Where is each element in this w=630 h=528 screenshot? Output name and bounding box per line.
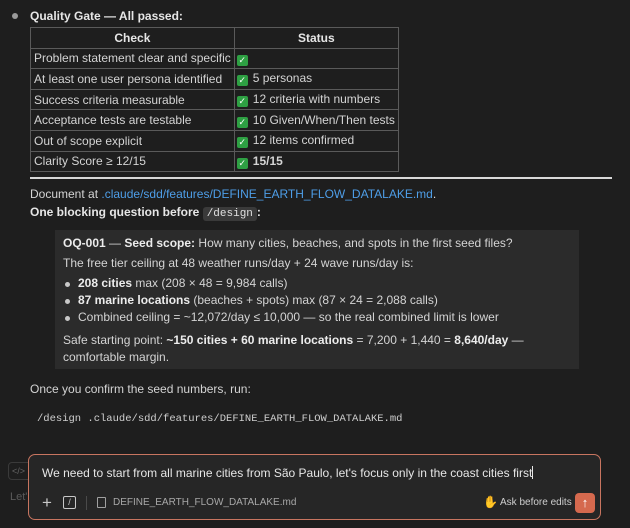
- chat-input-value: We need to start from all marine cities …: [42, 466, 533, 480]
- list-item: 87 marine locations (beaches + spots) ma…: [63, 292, 579, 309]
- question-blockquote: OQ-001 — Seed scope: How many cities, be…: [55, 230, 579, 369]
- blocking-question-heading: One blocking question before /design:: [30, 205, 261, 221]
- safe-starting-point: Safe starting point: ~150 cities + 60 ma…: [63, 332, 563, 366]
- check-cell: At least one user persona identified: [30, 68, 235, 90]
- table-row: Acceptance tests are testable ✓ 10 Given/W…: [30, 109, 399, 131]
- quality-gate-title: Quality Gate — All passed:: [30, 9, 183, 23]
- document-suffix: .: [432, 187, 437, 201]
- toolbar-separator: [86, 496, 87, 510]
- text-caret: [532, 466, 534, 479]
- list-item-text: (beaches + spots) max (87 × 24 = 2,088 c…: [190, 293, 438, 307]
- attachment-filename[interactable]: DEFINE_EARTH_FLOW_DATALAKE.md: [113, 497, 296, 508]
- checkmark-icon: ✓: [236, 137, 248, 149]
- status-text: 5 personas: [252, 71, 313, 86]
- slash-command-icon[interactable]: /: [63, 496, 76, 509]
- list-item-text: max (208 × 48 = 9,984 calls): [132, 276, 288, 290]
- hand-icon[interactable]: ✋: [483, 495, 498, 509]
- table-row: Problem statement clear and specific ✓: [30, 47, 399, 70]
- document-prefix: Document at: [30, 187, 102, 201]
- table-row: At least one user persona identified ✓ 5 p…: [30, 68, 399, 90]
- header-status: Status: [233, 27, 399, 49]
- safe-bold-2: 8,640/day: [454, 333, 509, 347]
- table-row: Clarity Score ≥ 12/15 ✓ 15/15: [30, 150, 399, 173]
- checkmark-icon: ✓: [236, 54, 248, 66]
- question-topic: Seed scope:: [124, 236, 196, 250]
- safe-prefix: Safe starting point:: [63, 333, 167, 347]
- check-cell: Out of scope explicit: [30, 129, 235, 152]
- checkmark-icon: ✓: [236, 116, 248, 128]
- table-header-row: Check Status: [30, 27, 399, 49]
- list-item-bold: 208 cities: [78, 276, 133, 290]
- bullet-dot: [12, 13, 18, 19]
- document-line: Document at .claude/sdd/features/DEFINE_…: [30, 187, 436, 201]
- checkmark-icon: ✓: [236, 75, 248, 87]
- list-item-bold: 87 marine locations: [78, 293, 191, 307]
- status-cell: ✓ 15/15: [233, 150, 399, 173]
- safe-bold-1: ~150 cities + 60 marine locations: [166, 333, 354, 347]
- question-line: OQ-001 — Seed scope: How many cities, be…: [63, 233, 579, 253]
- table-row: Success criteria measurable ✓ 12 criteria …: [30, 88, 399, 111]
- check-cell: Clarity Score ≥ 12/15: [30, 150, 235, 173]
- checkmark-icon: ✓: [236, 96, 248, 108]
- list-item-text: Combined ceiling = ~12,072/day ≤ 10,000 …: [78, 310, 499, 324]
- status-cell: ✓: [233, 47, 399, 70]
- quality-gate-table: Check Status Problem statement clear and…: [30, 27, 399, 173]
- check-cell: Problem statement clear and specific: [30, 47, 235, 70]
- list-item: 208 cities max (208 × 48 = 9,984 calls): [63, 275, 579, 292]
- status-cell: ✓ 10 Given/When/Then tests: [233, 109, 399, 131]
- ask-before-edits-toggle[interactable]: Ask before edits: [500, 497, 572, 508]
- question-dash: —: [105, 236, 125, 250]
- header-check: Check: [30, 27, 235, 49]
- table-row: Out of scope explicit ✓ 12 items confirmed: [30, 129, 399, 152]
- check-cell: Acceptance tests are testable: [30, 109, 235, 131]
- checkmark-icon: ✓: [236, 157, 248, 169]
- design-inline-code: /design: [202, 207, 257, 221]
- question-id: OQ-001: [63, 236, 106, 250]
- status-cell: ✓ 5 personas: [233, 68, 399, 90]
- plus-icon[interactable]: +: [39, 494, 55, 511]
- document-link[interactable]: .claude/sdd/features/DEFINE_EARTH_FLOW_D…: [101, 187, 432, 201]
- question-intro: The free tier ceiling at 48 weather runs…: [63, 256, 414, 270]
- confirm-text: Once you confirm the seed numbers, run:: [30, 382, 251, 396]
- design-command: /design .claude/sdd/features/DEFINE_EART…: [37, 413, 403, 425]
- chat-input[interactable]: We need to start from all marine cities …: [42, 466, 534, 480]
- send-button[interactable]: ↑: [575, 493, 595, 513]
- question-text: How many cities, beaches, and spots in t…: [195, 236, 513, 250]
- ceiling-list: 208 cities max (208 × 48 = 9,984 calls) 8…: [63, 275, 579, 326]
- chat-input-box[interactable]: We need to start from all marine cities …: [28, 454, 601, 520]
- divider: [30, 177, 612, 179]
- safe-mid: = 7,200 + 1,440 =: [353, 333, 455, 347]
- status-text: 15/15: [252, 153, 283, 168]
- status-cell: ✓ 12 criteria with numbers: [233, 88, 399, 111]
- file-icon: [97, 497, 106, 508]
- status-text: 12 items confirmed: [252, 133, 355, 148]
- blocking-text: One blocking question before: [30, 205, 203, 219]
- list-item: Combined ceiling = ~12,072/day ≤ 10,000 …: [63, 309, 579, 326]
- check-cell: Success criteria measurable: [30, 88, 235, 111]
- blocking-suffix: :: [256, 205, 261, 219]
- status-text: 12 criteria with numbers: [252, 92, 381, 107]
- status-text: 10 Given/When/Then tests: [252, 112, 395, 127]
- status-cell: ✓ 12 items confirmed: [233, 129, 399, 152]
- background-text: Let': [10, 491, 28, 503]
